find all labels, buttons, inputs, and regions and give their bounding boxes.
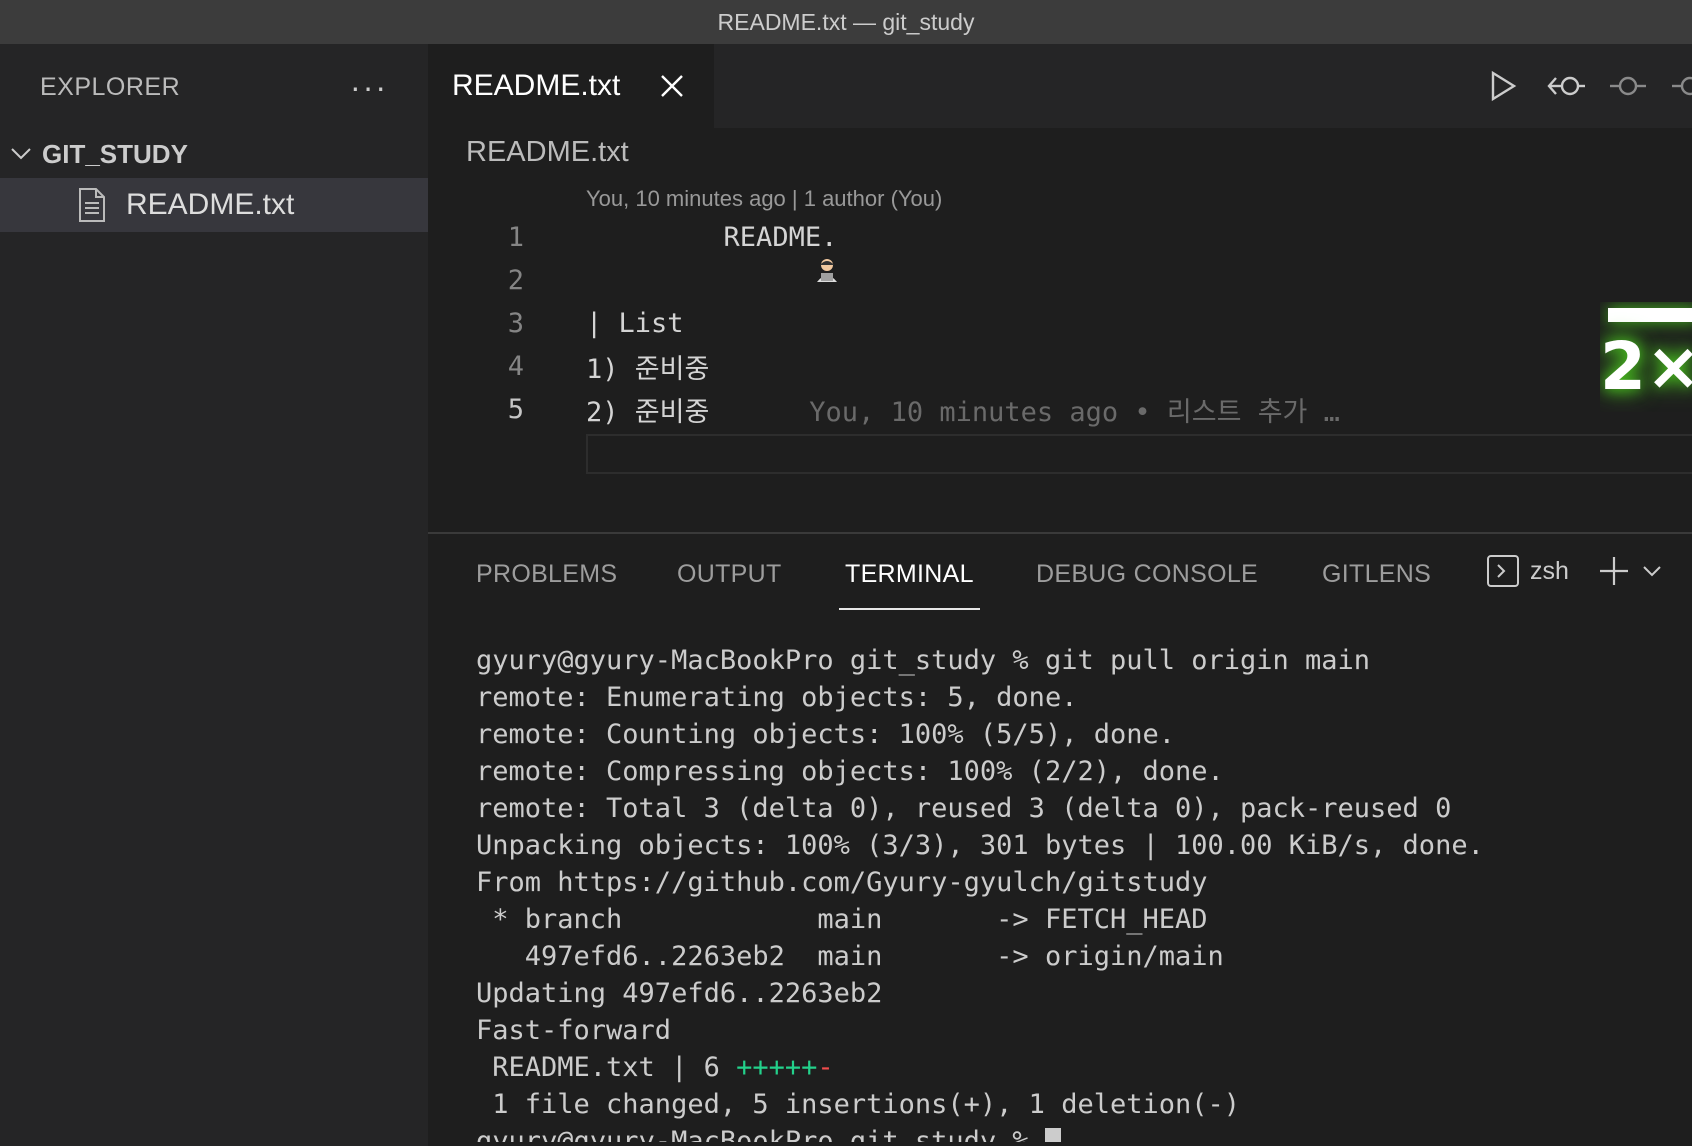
compare-previous-icon[interactable] (1546, 68, 1585, 104)
terminal-cursor (1044, 1127, 1061, 1142)
editor-area: README.txt README.txt You, 10 minutes ag… (428, 44, 1692, 532)
line-number: 5 (507, 394, 524, 425)
file-name: README.txt (126, 188, 295, 221)
terminal-line: From https://github.com/Gyury-gyulch/git… (476, 867, 1208, 898)
line-number: 4 (507, 351, 524, 382)
zoom-badge-text: 2× (1600, 328, 1692, 405)
file-item-readme[interactable]: README.txt (0, 178, 428, 232)
line-number: 1 (507, 222, 524, 253)
terminal-line: remote: Compressing objects: 100% (2/2),… (476, 756, 1224, 787)
diffstat-file: README.txt | 6 (476, 1052, 737, 1083)
code-line-1[interactable]: 1 README. (428, 216, 1692, 282)
person-at-laptop-icon (684, 226, 837, 282)
editor-tab-bar: README.txt (428, 44, 1692, 128)
close-icon[interactable] (658, 72, 686, 100)
chevron-down-icon[interactable] (1641, 560, 1663, 582)
commit-icon[interactable] (1608, 68, 1646, 104)
inline-blame-annotation[interactable]: You, 10 minutes ago • 리스트 추가 … (809, 390, 1340, 429)
code-line-4[interactable]: 4 1) 준비중 (428, 345, 1692, 388)
terminal-line: Fast-forward (476, 1015, 672, 1046)
sidebar-title: EXPLORER (40, 72, 181, 101)
sidebar-header: EXPLORER ··· (0, 44, 428, 130)
more-actions-icon[interactable]: ··· (350, 69, 388, 106)
file-text-icon (76, 187, 108, 223)
code-text: | List (586, 308, 684, 339)
code-line-5[interactable]: 5 2) 준비중 You, 10 minutes ago • 리스트 추가 … (428, 388, 1692, 431)
panel-tab-bar: PROBLEMS OUTPUT TERMINAL DEBUG CONSOLE G… (428, 534, 1692, 620)
chevron-down-icon (8, 141, 34, 167)
tab-output[interactable]: OUTPUT (677, 560, 782, 618)
window-title-bar: README.txt — git_study (0, 0, 1692, 44)
tab-readme[interactable]: README.txt (428, 44, 714, 128)
tab-terminal[interactable]: TERMINAL (839, 560, 980, 618)
editor-actions (1484, 44, 1692, 128)
terminal-line: Updating 497efd6..2263eb2 (476, 978, 883, 1009)
terminal-icon[interactable] (1486, 554, 1520, 588)
tab-gitlens[interactable]: GITLENS (1322, 560, 1431, 618)
terminal-line: remote: Enumerating objects: 5, done. (476, 682, 1078, 713)
breadcrumb[interactable]: README.txt (466, 136, 629, 169)
line-number: 2 (507, 265, 524, 296)
shell-name[interactable]: zsh (1530, 557, 1569, 586)
terminal-line: 497efd6..2263eb2 main -> origin/main (476, 941, 1224, 972)
code-text: README. (723, 222, 838, 253)
window-title: README.txt — git_study (717, 8, 975, 35)
terminal-summary-line: 1 file changed, 5 insertions(+), 1 delet… (476, 1089, 1241, 1120)
terminal-line: * branch main -> FETCH_HEAD (476, 904, 1208, 935)
folder-name: GIT_STUDY (42, 138, 188, 169)
terminal-line: remote: Counting objects: 100% (5/5), do… (476, 719, 1175, 750)
line-number: 3 (507, 308, 524, 339)
terminal-line: remote: Total 3 (delta 0), reused 3 (del… (476, 793, 1452, 824)
code-line-2[interactable]: 2 (428, 259, 1692, 302)
code-text: 1) 준비중 (586, 354, 710, 385)
diffstat-deletions: - (817, 1052, 834, 1083)
new-terminal-icon[interactable] (1597, 554, 1631, 588)
tab-label: README.txt (452, 69, 621, 102)
terminal-line: Unpacking objects: 100% (3/3), 301 bytes… (476, 830, 1484, 861)
folder-git-study[interactable]: GIT_STUDY (0, 130, 428, 178)
terminal-diffstat-line: README.txt | 6 +++++- (476, 1049, 1676, 1086)
explorer-sidebar: EXPLORER ··· GIT_STUDY README.txt (0, 44, 428, 1146)
terminal-output[interactable]: gyury@gyury-MacBookPro git_study % git p… (476, 642, 1676, 1142)
tab-debug-console[interactable]: DEBUG CONSOLE (1036, 560, 1258, 618)
current-line-highlight (586, 434, 1692, 474)
terminal-prompt: gyury@gyury-MacBookPro git_study % (476, 1126, 1045, 1142)
panel-actions: zsh (1486, 554, 1663, 588)
code-line-3[interactable]: 3 | List (428, 302, 1692, 345)
diffstat-insertions: +++++ (736, 1052, 818, 1083)
run-icon[interactable] (1484, 68, 1520, 104)
tab-problems[interactable]: PROBLEMS (476, 560, 617, 618)
bottom-panel: PROBLEMS OUTPUT TERMINAL DEBUG CONSOLE G… (428, 532, 1692, 1146)
badge-bar (1608, 308, 1692, 322)
terminal-line: gyury@gyury-MacBookPro git_study % git p… (476, 645, 1371, 676)
commit-next-icon[interactable] (1670, 68, 1692, 104)
terminal-prompt-line: gyury@gyury-MacBookPro git_study % (476, 1123, 1676, 1142)
zoom-level-badge: 2× (1600, 302, 1692, 412)
code-text: 2) 준비중 (586, 397, 710, 428)
